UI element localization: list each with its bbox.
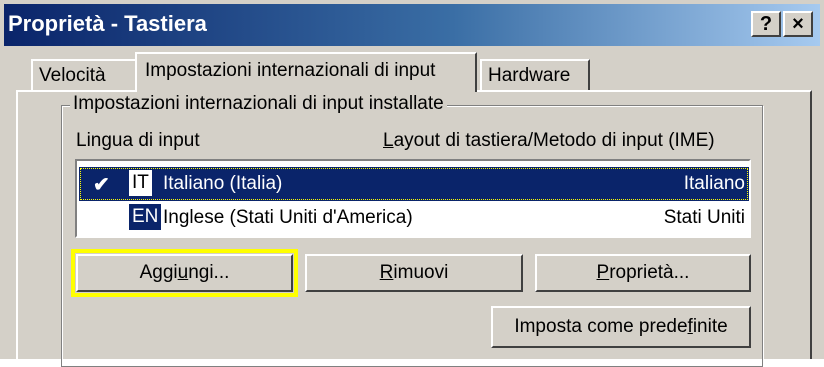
properties-button[interactable]: Proprietà... — [535, 254, 751, 292]
input-locales-list[interactable]: ✔ IT Italiano (Italia) Italiano EN Ingle… — [75, 159, 751, 238]
remove-button[interactable]: Rimuovi — [305, 254, 523, 292]
title-bar[interactable]: Proprietà - Tastiera ? × — [4, 4, 820, 46]
tab-impostazioni-internazionali[interactable]: Impostazioni internazionali di input — [135, 52, 477, 92]
list-item[interactable]: ✔ IT Italiano (Italia) Italiano — [79, 167, 749, 201]
keyboard-layout: Italiano — [683, 173, 745, 194]
column-header-layout: Layout di tastiera/Metodo di input (IME) — [383, 130, 715, 151]
keyboard-layout: Stati Uniti — [663, 207, 745, 228]
tab-velocita[interactable]: Velocità — [31, 59, 139, 91]
language-name: Inglese (Stati Uniti d'America) — [163, 207, 413, 228]
help-button[interactable]: ? — [751, 11, 781, 37]
tab-hardware[interactable]: Hardware — [480, 59, 590, 91]
set-as-default-button[interactable]: Imposta come predefinite — [491, 306, 751, 348]
column-header-language: Lingua di input — [76, 130, 200, 151]
language-code-badge: EN — [129, 204, 162, 230]
close-button[interactable]: × — [783, 11, 813, 37]
language-name: Italiano (Italia) — [163, 173, 283, 194]
checkmark-icon: ✔ — [93, 174, 110, 196]
keyboard-properties-dialog: Proprietà - Tastiera ? × Velocità Impost… — [0, 0, 824, 367]
add-button[interactable]: Aggiungi... — [76, 254, 293, 292]
window-title: Proprietà - Tastiera — [8, 11, 207, 36]
group-label: Impostazioni internazionali di input ins… — [70, 93, 447, 115]
language-code-badge: IT — [129, 170, 152, 196]
list-item[interactable]: EN Inglese (Stati Uniti d'America) Stati… — [79, 201, 749, 235]
